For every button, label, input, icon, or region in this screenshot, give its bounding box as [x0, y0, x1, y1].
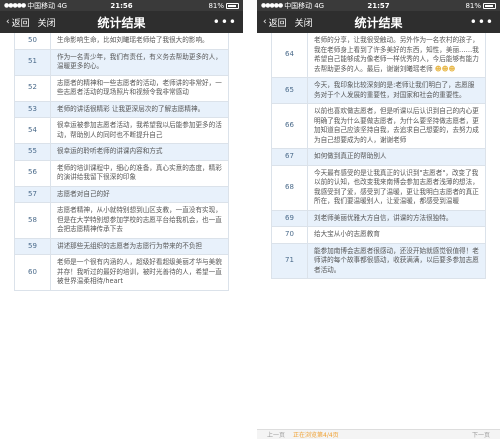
- table-row: 68 今天最有感受的是让我真正的认识到"志愿者"，改变了我以前的认知，也改变我来南…: [272, 165, 485, 211]
- table-row: 53 老师的讲话很精彩 让我更深层次的了解志愿精神。: [15, 101, 228, 118]
- row-number: 54: [15, 118, 51, 143]
- row-text: 今天最有感受的是让我真正的认识到"志愿者"，改变了我以前的认知，也改变我来南博会…: [314, 168, 479, 206]
- table-row: 55 很幸运的聆听老师的讲课内容和方式: [15, 144, 228, 161]
- row-number: 69: [272, 210, 308, 226]
- table-row: 64 老师的分享，让我很受触动。另外作为一名农村的孩子，我在老师身上看到了许多美…: [272, 33, 485, 77]
- results-content[interactable]: 64 老师的分享，让我很受触动。另外作为一名农村的孩子，我在老师身上看到了许多美…: [257, 33, 500, 439]
- back-button[interactable]: ‹ 返回: [6, 16, 30, 29]
- row-number: 52: [15, 75, 51, 101]
- back-button[interactable]: ‹ 返回: [263, 16, 287, 29]
- table-row: 67 如何做到真正的帮助别人: [272, 149, 485, 166]
- row-text: 老师是一个很有内涵的人，超级好看超级美丽才华与美貌并存！我听过的最好的培训，被时…: [57, 258, 222, 285]
- table-row: 69 刘老师美丽优雅大方自信，讲课的方法很独特。: [272, 210, 485, 227]
- table-row: 59 讲述那些无组织的志愿者为志愿行为带来的不负担: [15, 238, 228, 255]
- row-number: 67: [272, 149, 308, 165]
- results-content[interactable]: 50 生命影响生命，比如刘曦瑶老师给了我很大的影响。 51 作为一名青少年，我们有责…: [0, 33, 243, 439]
- row-number: 55: [15, 144, 51, 160]
- row-text: 给大宝从小的志愿教育: [314, 230, 380, 238]
- row-text: 能参加南博会志愿者很感动，还没开始就感觉很值得！老师讲的每个故事都很感动，收获满…: [314, 246, 479, 274]
- row-number: 65: [272, 78, 308, 103]
- table-row: 52 志愿者的精神和一些志愿者的活动，老师讲的非常好，一些志愿者活动的现场照片和视…: [15, 75, 228, 102]
- row-number: 68: [272, 165, 308, 210]
- page-title: 统计结果: [354, 15, 403, 30]
- row-text: 以前也喜欢做志愿者，但是听课以后认识到自己的内心更明确了我为什么要做志愿者，为什…: [314, 107, 479, 144]
- row-number: 66: [272, 104, 308, 148]
- battery-icon: [226, 2, 239, 9]
- pagination-bar: 上一页 正在浏览第4/4页 下一页: [257, 429, 500, 439]
- row-number: 53: [15, 101, 51, 117]
- row-number: 51: [15, 49, 51, 75]
- table-row: 50 生命影响生命，比如刘曦瑶老师给了我很大的影响。: [15, 33, 228, 50]
- results-table: 50 生命影响生命，比如刘曦瑶老师给了我很大的影响。 51 作为一名青少年，我们有责…: [14, 33, 229, 291]
- row-number: 50: [15, 33, 51, 49]
- right-screenshot: ●●●●● 中国移动 4G 21:57 81% ‹ 返回 关闭 统计结果 •••…: [257, 0, 500, 439]
- table-row: 65 今天，我印象比较深刻的是:老师让我们明白了，志愿服务对于个人发展的重要性，对…: [272, 78, 485, 104]
- row-number: 71: [272, 243, 308, 278]
- close-button[interactable]: 关闭: [295, 16, 313, 29]
- row-number: 56: [15, 160, 51, 186]
- results-table: 64 老师的分享，让我很受触动。另外作为一名农村的孩子，我在老师身上看到了许多美…: [271, 33, 486, 279]
- row-text: 老师的培训课程中，细心的准备，真心实意的态度，精彩的演讲给我留下很深的印象: [57, 163, 222, 182]
- next-page-button[interactable]: 下一页: [472, 430, 490, 439]
- smile-emoji-icon: ☻☻☻: [434, 64, 456, 73]
- row-text: 如何做到真正的帮助别人: [314, 152, 387, 160]
- row-text: 志愿者的精神和一些志愿者的活动，老师讲的非常好，一些志愿者活动的现场照片和视频令…: [57, 78, 222, 97]
- table-row: 58 志愿者精神，从小就特别想到山区支教，一直没有实现，但是在大学特别想参加学校的…: [15, 203, 228, 239]
- table-row: 51 作为一名青少年，我们有责任，有义务去帮助更多的人，温暖更多的心。: [15, 49, 228, 76]
- row-text: 讲述那些无组织的志愿者为志愿行为带来的不负担: [57, 241, 203, 250]
- row-text: 老师的讲话很精彩 让我更深层次的了解志愿精神。: [57, 104, 205, 113]
- row-number: 60: [15, 255, 51, 290]
- row-text: 志愿者精神，从小就特别想到山区支教，一直没有实现，但是在大学特别想参加学校的志愿…: [57, 206, 222, 233]
- table-row: 60 老师是一个很有内涵的人，超级好看超级美丽才华与美貌并存！我听过的最好的培训，…: [15, 255, 228, 291]
- table-row: 57 志愿者对自己的好: [15, 186, 228, 203]
- left-screenshot: ●●●●● 中国移动 4G 21:56 81% ‹ 返回 关闭 统计结果 •••…: [0, 0, 243, 439]
- row-text: 志愿者对自己的好: [57, 189, 110, 198]
- row-number: 70: [272, 227, 308, 243]
- clock: 21:57: [367, 1, 390, 10]
- close-button[interactable]: 关闭: [38, 16, 56, 29]
- prev-page-button[interactable]: 上一页: [267, 430, 285, 439]
- back-label: 返回: [268, 18, 287, 29]
- nav-bar: ‹ 返回 关闭 统计结果 •••: [0, 11, 243, 33]
- page-indicator: 正在浏览第4/4页: [293, 432, 339, 439]
- row-text: 今天，我印象比较深刻的是:老师让我们明白了，志愿服务对于个人发展的重要性，对国家…: [314, 81, 475, 99]
- status-bar: ●●●●● 中国移动 4G 21:57 81%: [257, 0, 500, 11]
- table-row: 66 以前也喜欢做志愿者，但是听课以后认识到自己的内心更明确了我为什么要做志愿者，…: [272, 104, 485, 149]
- chevron-left-icon: ‹: [6, 17, 10, 27]
- row-text: 刘老师美丽优雅大方自信，讲课的方法很独特。: [314, 213, 453, 222]
- page-title: 统计结果: [97, 15, 146, 30]
- more-menu-button[interactable]: •••: [213, 15, 237, 29]
- more-menu-button[interactable]: •••: [470, 15, 494, 29]
- row-number: 57: [15, 186, 51, 202]
- row-text: 老师的分享，让我很受触动。另外作为一名农村的孩子，我在老师身上看到了许多美好的东…: [308, 33, 485, 77]
- status-bar: ●●●●● 中国移动 4G 21:56 81%: [0, 0, 243, 11]
- row-text: 作为一名青少年，我们有责任，有义务去帮助更多的人，温暖更多的心。: [57, 52, 222, 71]
- row-text: 很幸运被参加志愿者活动，我希望我以后能参加更多的活动，帮助别人的同时也不断提升自…: [57, 121, 222, 139]
- table-row: 70 给大宝从小的志愿教育: [272, 227, 485, 244]
- row-number: 64: [272, 33, 308, 77]
- row-number: 59: [15, 238, 51, 254]
- row-number: 58: [15, 203, 51, 238]
- row-text: 很幸运的聆听老师的讲课内容和方式: [57, 147, 163, 155]
- table-row: 71 能参加南博会志愿者很感动，还没开始就感觉很值得！老师讲的每个故事都很感动，收…: [272, 243, 485, 279]
- clock: 21:56: [110, 1, 133, 10]
- battery-icon: [483, 2, 496, 9]
- table-row: 56 老师的培训课程中，细心的准备，真心实意的态度，精彩的演讲给我留下很深的印象: [15, 160, 228, 187]
- row-text: 生命影响生命，比如刘曦瑶老师给了我很大的影响。: [57, 36, 209, 44]
- chevron-left-icon: ‹: [263, 17, 267, 27]
- row-number-label: 64: [285, 50, 294, 59]
- back-label: 返回: [11, 18, 30, 29]
- nav-bar: ‹ 返回 关闭 统计结果 •••: [257, 11, 500, 33]
- table-row: 54 很幸运被参加志愿者活动，我希望我以后能参加更多的活动，帮助别人的同时也不断提…: [15, 118, 228, 144]
